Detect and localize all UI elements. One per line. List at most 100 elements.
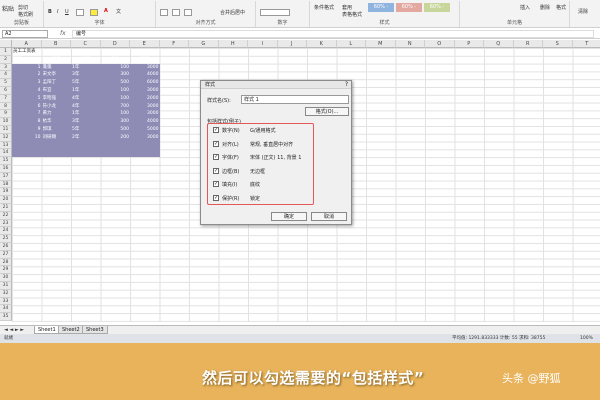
cell[interactable]: 李昭强 — [43, 95, 71, 103]
cell[interactable]: 500 — [102, 79, 129, 87]
row-header[interactable]: 15 — [0, 157, 12, 165]
cell[interactable]: 7 — [13, 110, 41, 118]
cell[interactable]: 编号 — [13, 56, 41, 64]
cell[interactable]: 3000 — [131, 87, 158, 95]
cell[interactable]: 9 — [13, 126, 41, 134]
clear-button[interactable]: 清除 — [578, 8, 588, 15]
style-swatch-1[interactable]: 60% - — [368, 3, 394, 12]
cell[interactable]: 1年 — [72, 64, 100, 72]
cell[interactable]: 100 — [102, 87, 129, 95]
cell[interactable]: 4000 — [131, 118, 158, 126]
cell[interactable]: 奖金 — [102, 56, 130, 64]
tab-nav-icon[interactable]: ◄ ◄ ► ► — [4, 327, 24, 333]
row-header[interactable]: 33 — [0, 297, 12, 306]
style-swatch-2[interactable]: 60% - — [396, 3, 422, 12]
format-painter-button[interactable]: 格式刷 — [18, 11, 33, 18]
cell[interactable]: 200 — [102, 134, 129, 142]
column-header[interactable]: H — [218, 40, 248, 48]
cell[interactable]: 3000 — [131, 134, 158, 142]
underline-button[interactable]: U — [65, 9, 69, 15]
format-button[interactable]: 格式 — [556, 4, 566, 11]
format-dialog-button[interactable]: 格式(O)... — [305, 107, 349, 116]
column-header[interactable]: Q — [484, 40, 514, 48]
cell[interactable]: 姓名 — [43, 56, 71, 64]
merge-center-button[interactable]: 合并后居中 — [220, 9, 245, 16]
row-header[interactable]: 16 — [0, 165, 12, 173]
tab-sheet3[interactable]: Sheet3 — [82, 326, 108, 334]
column-header[interactable]: D — [100, 40, 130, 48]
cut-button[interactable]: 剪切 — [18, 4, 28, 11]
row-header[interactable]: 28 — [0, 258, 12, 267]
select-all-corner[interactable] — [0, 40, 12, 48]
cell[interactable]: 100 — [102, 64, 129, 72]
row-header[interactable]: 13 — [0, 141, 12, 150]
cell[interactable]: 700 — [102, 103, 129, 111]
row-header[interactable]: 14 — [0, 149, 12, 158]
column-header[interactable]: A — [12, 40, 42, 48]
align-center-icon[interactable] — [172, 9, 180, 16]
number-format-select[interactable] — [260, 9, 290, 16]
column-header[interactable]: B — [41, 40, 71, 48]
row-header[interactable]: 3 — [0, 63, 12, 72]
column-header[interactable]: G — [189, 40, 219, 48]
row-header[interactable]: 27 — [0, 250, 12, 259]
cell[interactable]: 100 — [102, 110, 129, 118]
fill-color-icon[interactable] — [90, 9, 98, 16]
cell[interactable]: 3000 — [131, 64, 158, 72]
cell[interactable]: 300 — [102, 71, 129, 79]
cell[interactable]: 工资 — [131, 56, 159, 64]
cell[interactable]: 郭琪 — [43, 126, 71, 134]
column-header[interactable]: N — [395, 40, 425, 48]
row-header[interactable]: 11 — [0, 126, 12, 134]
row-header[interactable]: 4 — [0, 71, 12, 80]
row-header[interactable]: 17 — [0, 172, 12, 181]
name-box[interactable]: A2 — [2, 30, 48, 38]
phonetic-icon[interactable]: 文 — [116, 8, 121, 15]
row-header[interactable]: 1 — [0, 48, 12, 56]
column-header[interactable]: L — [336, 40, 366, 48]
italic-button[interactable]: I — [57, 9, 58, 15]
cell[interactable]: 杭华 — [43, 118, 71, 126]
cell[interactable]: 刘研翱 — [43, 134, 71, 142]
row-header[interactable]: 22 — [0, 211, 12, 220]
column-header[interactable]: O — [425, 40, 455, 48]
row-header[interactable]: 21 — [0, 204, 12, 212]
row-header[interactable]: 29 — [0, 266, 12, 275]
cell[interactable]: 3000 — [131, 103, 158, 111]
cancel-button[interactable]: 取消 — [311, 212, 347, 221]
column-header[interactable]: J — [277, 40, 307, 48]
column-header[interactable]: R — [513, 40, 543, 48]
fx-icon[interactable]: fx — [60, 30, 66, 37]
row-header[interactable]: 6 — [0, 87, 12, 95]
column-header[interactable]: F — [159, 40, 189, 48]
cell[interactable]: 8 — [13, 118, 41, 126]
help-close-icon[interactable]: ? — [345, 81, 348, 89]
cell[interactable]: 6000 — [131, 79, 158, 87]
row-header[interactable]: 31 — [0, 282, 12, 290]
table-format-button[interactable]: 套用 表格格式 — [342, 4, 362, 18]
column-header[interactable]: P — [454, 40, 484, 48]
cell[interactable]: 4年 — [72, 103, 100, 111]
column-header[interactable]: T — [572, 40, 600, 48]
cell[interactable]: 3年 — [72, 118, 100, 126]
tab-sheet1[interactable]: Sheet1 — [34, 326, 60, 334]
border-icon[interactable] — [76, 9, 84, 16]
column-header[interactable]: K — [307, 40, 337, 48]
cell[interactable]: 500 — [102, 126, 129, 134]
cell[interactable]: 300 — [102, 118, 129, 126]
cell[interactable]: 4 — [13, 87, 41, 95]
row-header[interactable]: 24 — [0, 227, 12, 236]
row-header[interactable]: 32 — [0, 289, 12, 298]
cell[interactable]: 2年 — [72, 134, 100, 142]
row-header[interactable]: 18 — [0, 180, 12, 189]
column-header[interactable]: C — [71, 40, 101, 48]
row-header[interactable]: 10 — [0, 118, 12, 126]
row-header[interactable]: 35 — [0, 313, 12, 321]
row-header[interactable]: 2 — [0, 55, 12, 64]
align-right-icon[interactable] — [184, 9, 192, 16]
align-left-icon[interactable] — [160, 9, 168, 16]
cell[interactable]: 3年 — [72, 71, 100, 79]
paste-button[interactable]: 粘贴 — [2, 4, 14, 13]
row-header[interactable]: 20 — [0, 196, 12, 204]
tab-sheet2[interactable]: Sheet2 — [58, 326, 84, 334]
